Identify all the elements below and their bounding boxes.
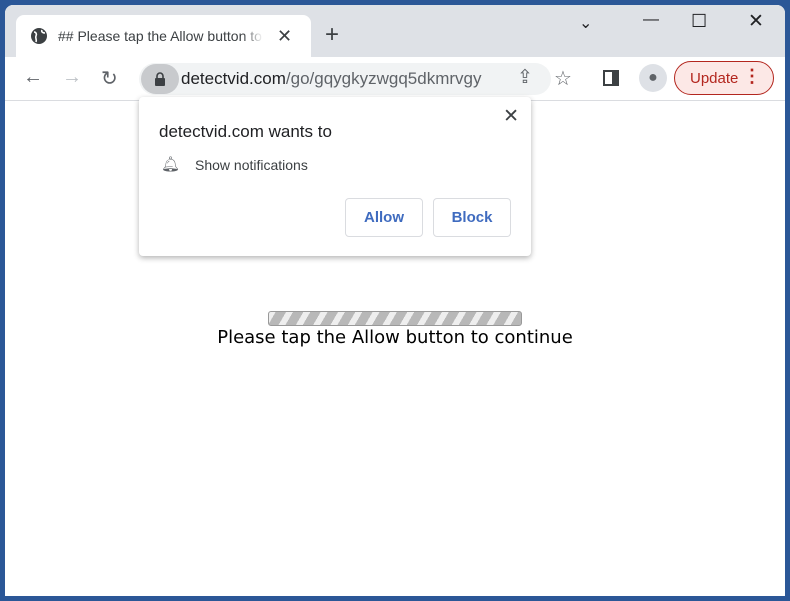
permission-label: Show notifications: [195, 157, 308, 173]
url-domain: detectvid.com: [181, 69, 286, 88]
toolbar: ← → ↻ detectvid.com/go/gqygkyzwgq5dkmrvg…: [5, 57, 785, 101]
reload-button[interactable]: ↻: [101, 66, 118, 91]
url-path: /go/gqygkyzwgq5dkmrvgy: [285, 69, 482, 88]
allow-button[interactable]: Allow: [345, 198, 423, 237]
tab-search-chevron-icon[interactable]: ⌄: [579, 13, 592, 33]
bell-icon: 🔔︎: [161, 156, 181, 173]
forward-button[interactable]: →: [62, 66, 82, 89]
popup-close-icon[interactable]: ✕: [503, 105, 519, 128]
popup-heading: detectvid.com wants to: [159, 122, 332, 141]
menu-dots-icon[interactable]: ⋮: [743, 66, 761, 87]
close-window-button[interactable]: ✕: [748, 10, 764, 33]
globe-icon: [31, 28, 47, 44]
side-panel-icon[interactable]: [603, 70, 619, 86]
update-button[interactable]: Update ⋮: [674, 61, 774, 95]
new-tab-button[interactable]: +: [325, 21, 339, 49]
profile-avatar[interactable]: ●: [639, 64, 667, 92]
tab-bar: ## Please tap the Allow button to contin…: [5, 5, 785, 57]
lock-icon[interactable]: [141, 64, 179, 94]
back-button[interactable]: ←: [23, 66, 43, 89]
tab-title: ## Please tap the Allow button to contin…: [58, 28, 263, 44]
block-button[interactable]: Block: [433, 198, 511, 237]
update-label: Update: [690, 69, 739, 87]
star-icon[interactable]: ☆: [554, 66, 572, 91]
tab-active[interactable]: ## Please tap the Allow button to contin…: [16, 15, 311, 57]
address-bar[interactable]: detectvid.com/go/gqygkyzwgq5dkmrvgy ⇪: [139, 63, 551, 95]
page-message: Please tap the Allow button to continue: [217, 327, 573, 348]
browser-window: ## Please tap the Allow button to contin…: [5, 5, 785, 596]
minimize-button[interactable]: —: [643, 11, 659, 29]
notification-permission-popup: detectvid.com wants to ✕ 🔔︎ Show notific…: [139, 97, 531, 256]
progress-bar: [268, 311, 522, 326]
tab-close-icon[interactable]: ✕: [277, 26, 292, 47]
share-icon[interactable]: ⇪: [517, 66, 533, 89]
maximize-button[interactable]: ☐: [691, 11, 707, 32]
